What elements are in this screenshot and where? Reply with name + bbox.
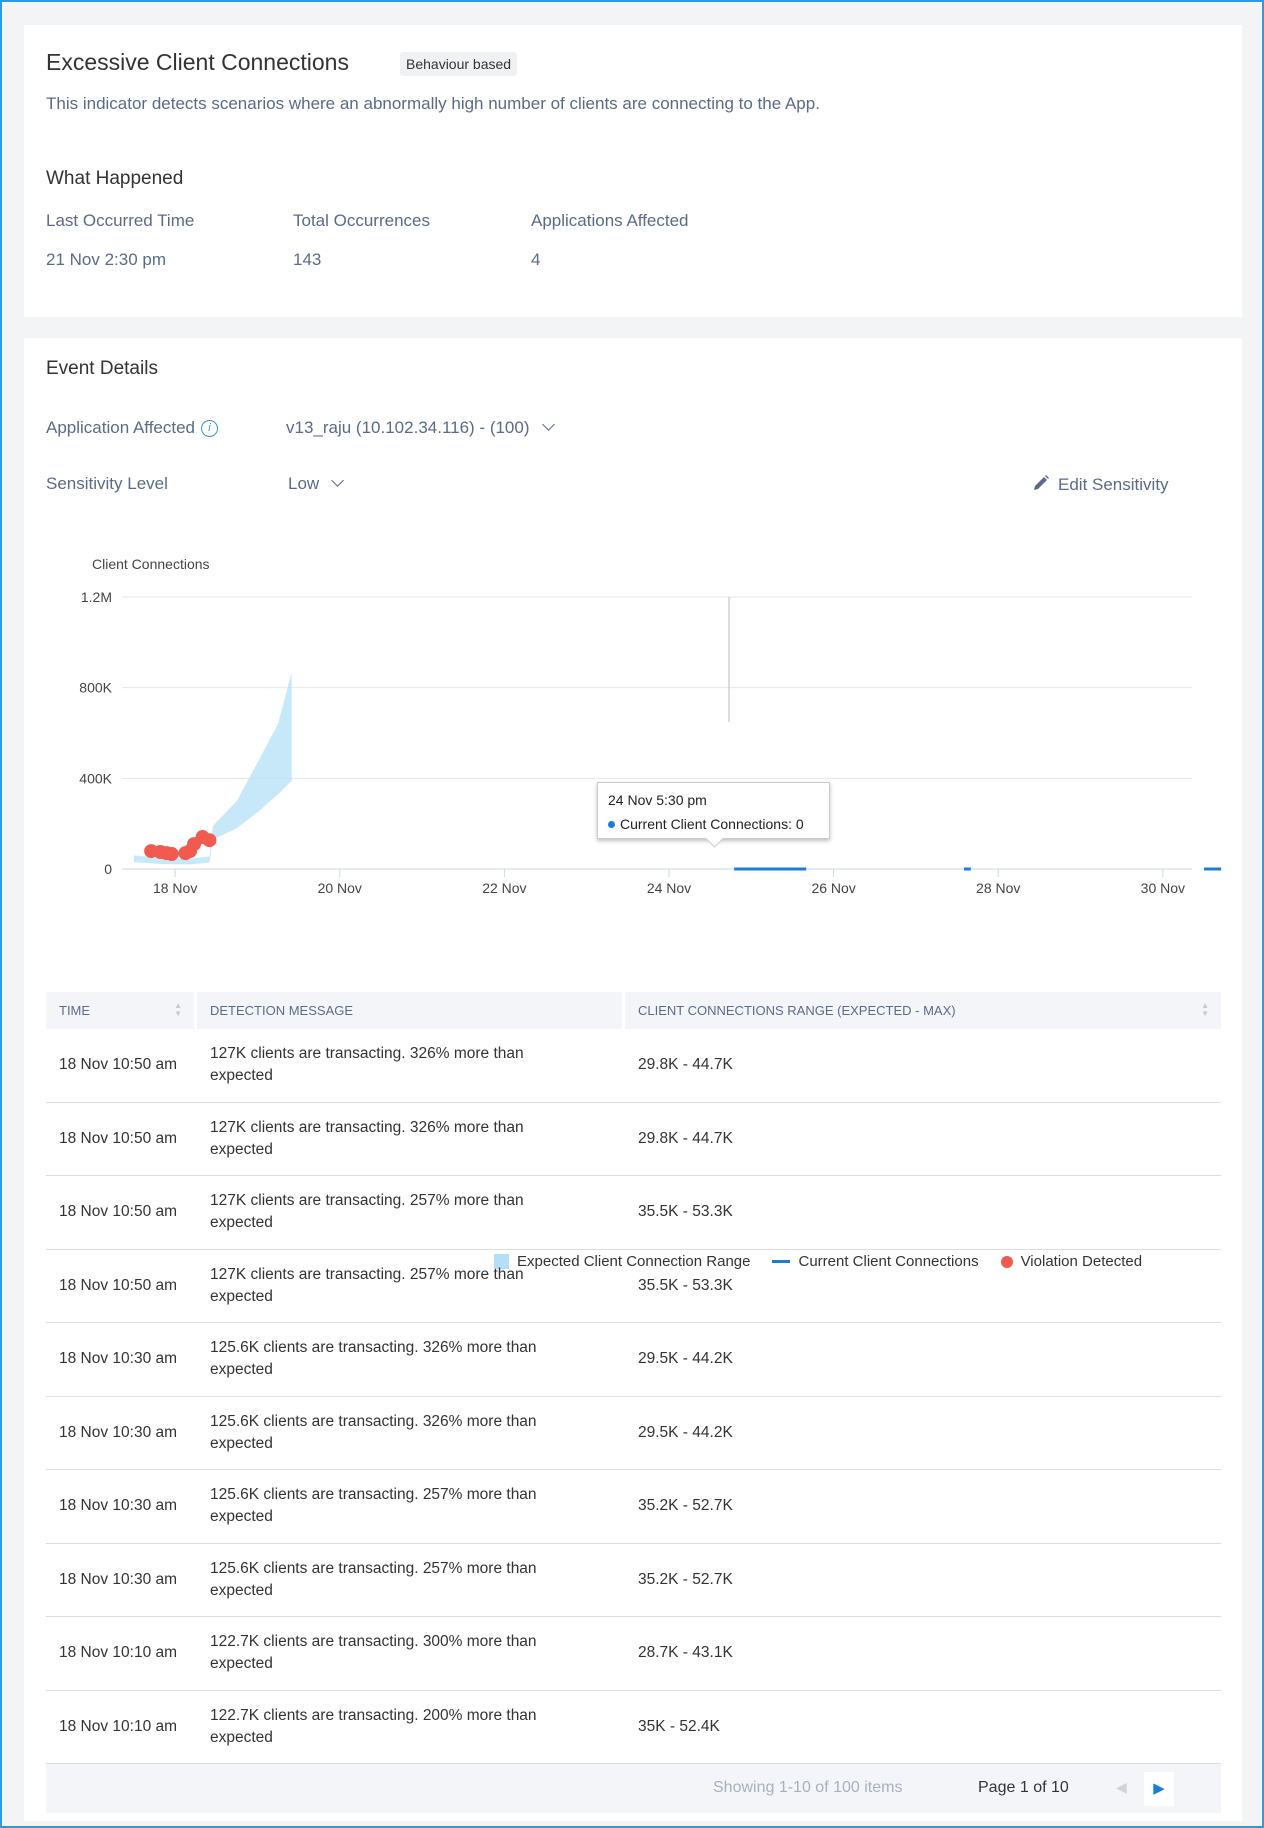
cell-time: 18 Nov 10:30 am xyxy=(46,1397,197,1470)
column-label: DETECTION MESSAGE xyxy=(210,1003,354,1018)
y-tick-label: 1.2M xyxy=(81,589,112,605)
page-total: of 10 xyxy=(1033,1779,1069,1796)
y-tick-label: 800K xyxy=(79,680,112,696)
cell-range: 29.5K - 44.2K xyxy=(625,1323,1221,1397)
page-indicator: Page 1 of 10 xyxy=(978,1779,1069,1797)
y-tick-label: 400K xyxy=(79,770,112,786)
table-row: 18 Nov 10:50 am 127K clients are transact… xyxy=(46,1029,1221,1103)
sort-icon[interactable]: ▲ ▼ xyxy=(174,1002,182,1018)
column-label: CLIENT CONNECTIONS RANGE (EXPECTED - MAX… xyxy=(638,1003,956,1018)
cell-message: 127K clients are transacting. 257% more … xyxy=(197,1176,625,1250)
cell-message: 127K clients are transacting. 326% more … xyxy=(197,1103,625,1176)
cell-message: 122.7K clients are transacting. 200% mor… xyxy=(197,1691,625,1764)
table-row: 18 Nov 10:50 am 127K clients are transact… xyxy=(46,1103,1221,1176)
table-row: 18 Nov 10:30 am 125.6K clients are transa… xyxy=(46,1544,1221,1617)
client-connections-chart: Client Connections 0 400K 800K 1.2M 18 Nov 20… xyxy=(79,556,1222,896)
column-header-range[interactable]: CLIENT CONNECTIONS RANGE (EXPECTED - MAX… xyxy=(625,992,1221,1029)
behaviour-badge: Behaviour based xyxy=(400,52,518,76)
cell-time: 18 Nov 10:50 am xyxy=(46,1250,197,1323)
page-title: Excessive Client Connections xyxy=(46,49,349,75)
page-prefix: Page xyxy=(978,1779,1016,1796)
table-row: 18 Nov 10:10 am 122.7K clients are transa… xyxy=(46,1691,1221,1764)
y-tick-label: 0 xyxy=(104,861,112,877)
violation-point xyxy=(202,833,217,848)
cell-time: 18 Nov 10:10 am xyxy=(46,1617,197,1691)
x-tick-label: 22 Nov xyxy=(482,880,526,896)
apps-affected-label: Applications Affected xyxy=(531,211,689,230)
x-tick-label: 20 Nov xyxy=(318,880,362,896)
cell-message: 122.7K clients are transacting. 300% mor… xyxy=(197,1617,625,1691)
cell-time: 18 Nov 10:30 am xyxy=(46,1323,197,1397)
cell-time: 18 Nov 10:30 am xyxy=(46,1470,197,1544)
table-row: 18 Nov 10:30 am 125.6K clients are transa… xyxy=(46,1397,1221,1470)
x-tick-label: 30 Nov xyxy=(1141,880,1185,896)
cell-range: 35K - 52.4K xyxy=(625,1691,1221,1764)
apps-affected-value: 4 xyxy=(531,250,541,269)
cell-time: 18 Nov 10:50 am xyxy=(46,1103,197,1176)
tooltip-series: Current Client Connections: 0 xyxy=(608,816,819,832)
cell-range: 28.7K - 43.1K xyxy=(625,1617,1221,1691)
cell-time: 18 Nov 10:30 am xyxy=(46,1544,197,1617)
x-tick-label: 18 Nov xyxy=(153,880,197,896)
cell-message: 127K clients are transacting. 326% more … xyxy=(197,1029,625,1103)
total-occurrences-value: 143 xyxy=(293,250,322,269)
x-tick-label: 28 Nov xyxy=(976,880,1020,896)
cell-time: 18 Nov 10:50 am xyxy=(46,1176,197,1250)
total-occurrences-label: Total Occurrences xyxy=(293,211,430,230)
indicator-description: This indicator detects scenarios where a… xyxy=(46,94,820,113)
cell-range: 35.2K - 52.7K xyxy=(625,1470,1221,1544)
y-axis-title: Client Connections xyxy=(92,556,210,572)
cell-range: 35.5K - 53.3K xyxy=(625,1176,1221,1250)
prev-page-button[interactable]: ◀ xyxy=(1116,1779,1127,1796)
series-dot-icon xyxy=(608,821,615,828)
table-row: 18 Nov 10:50 am 127K clients are transact… xyxy=(46,1176,1221,1250)
cell-range: 29.5K - 44.2K xyxy=(625,1397,1221,1470)
chart-tooltip: 24 Nov 5:30 pm Current Client Connection… xyxy=(597,782,830,839)
column-header-detection-message: DETECTION MESSAGE xyxy=(197,992,625,1029)
table-row: 18 Nov 10:30 am 125.6K clients are transa… xyxy=(46,1323,1221,1397)
events-table: TIME ▲ ▼ DETECTION MESSAGE CLIENT CONNECTI… xyxy=(46,992,1221,1764)
column-label: TIME xyxy=(59,1003,91,1018)
indicator-summary-card: Excessive Client Connections Behaviour b… xyxy=(24,25,1242,317)
what-happened-heading: What Happened xyxy=(46,168,184,189)
column-header-time[interactable]: TIME ▲ ▼ xyxy=(46,992,197,1029)
tooltip-value: Current Client Connections: 0 xyxy=(620,816,804,832)
last-occurred-value: 21 Nov 2:30 pm xyxy=(46,250,167,269)
x-tick-label: 26 Nov xyxy=(811,880,855,896)
next-page-button[interactable]: ▶ xyxy=(1144,1772,1174,1806)
cell-time: 18 Nov 10:10 am xyxy=(46,1691,197,1764)
cell-range: 35.5K - 53.3K xyxy=(625,1250,1221,1323)
cell-message: 125.6K clients are transacting. 257% mor… xyxy=(197,1470,625,1544)
showing-count: Showing 1-10 of 100 items xyxy=(713,1779,903,1796)
cell-message: 127K clients are transacting. 257% more … xyxy=(197,1250,625,1323)
pagination-bar: Showing 1-10 of 100 items Page 1 of 10 ◀… xyxy=(46,1764,1221,1813)
cell-message: 125.6K clients are transacting. 326% mor… xyxy=(197,1323,625,1397)
violation-point xyxy=(164,847,179,862)
last-occurred-label: Last Occurred Time xyxy=(46,211,195,230)
sort-icon[interactable]: ▲ ▼ xyxy=(1201,1002,1209,1018)
cell-range: 29.8K - 44.7K xyxy=(625,1103,1221,1176)
event-details-card: Event Details Application Affected i v13_… xyxy=(24,338,1242,1821)
x-tick-label: 24 Nov xyxy=(647,880,691,896)
table-row: 18 Nov 10:30 am 125.6K clients are transa… xyxy=(46,1470,1221,1544)
tooltip-time: 24 Nov 5:30 pm xyxy=(608,792,707,808)
cell-message: 125.6K clients are transacting. 326% mor… xyxy=(197,1397,625,1470)
cell-time: 18 Nov 10:50 am xyxy=(46,1029,197,1103)
table-row: 18 Nov 10:50 am 127K clients are transact… xyxy=(46,1250,1221,1323)
cell-range: 35.2K - 52.7K xyxy=(625,1544,1221,1617)
page-number: 1 xyxy=(1019,1779,1029,1796)
cell-message: 125.6K clients are transacting. 257% mor… xyxy=(197,1544,625,1617)
table-row: 18 Nov 10:10 am 122.7K clients are transa… xyxy=(46,1617,1221,1691)
cell-range: 29.8K - 44.7K xyxy=(625,1029,1221,1103)
